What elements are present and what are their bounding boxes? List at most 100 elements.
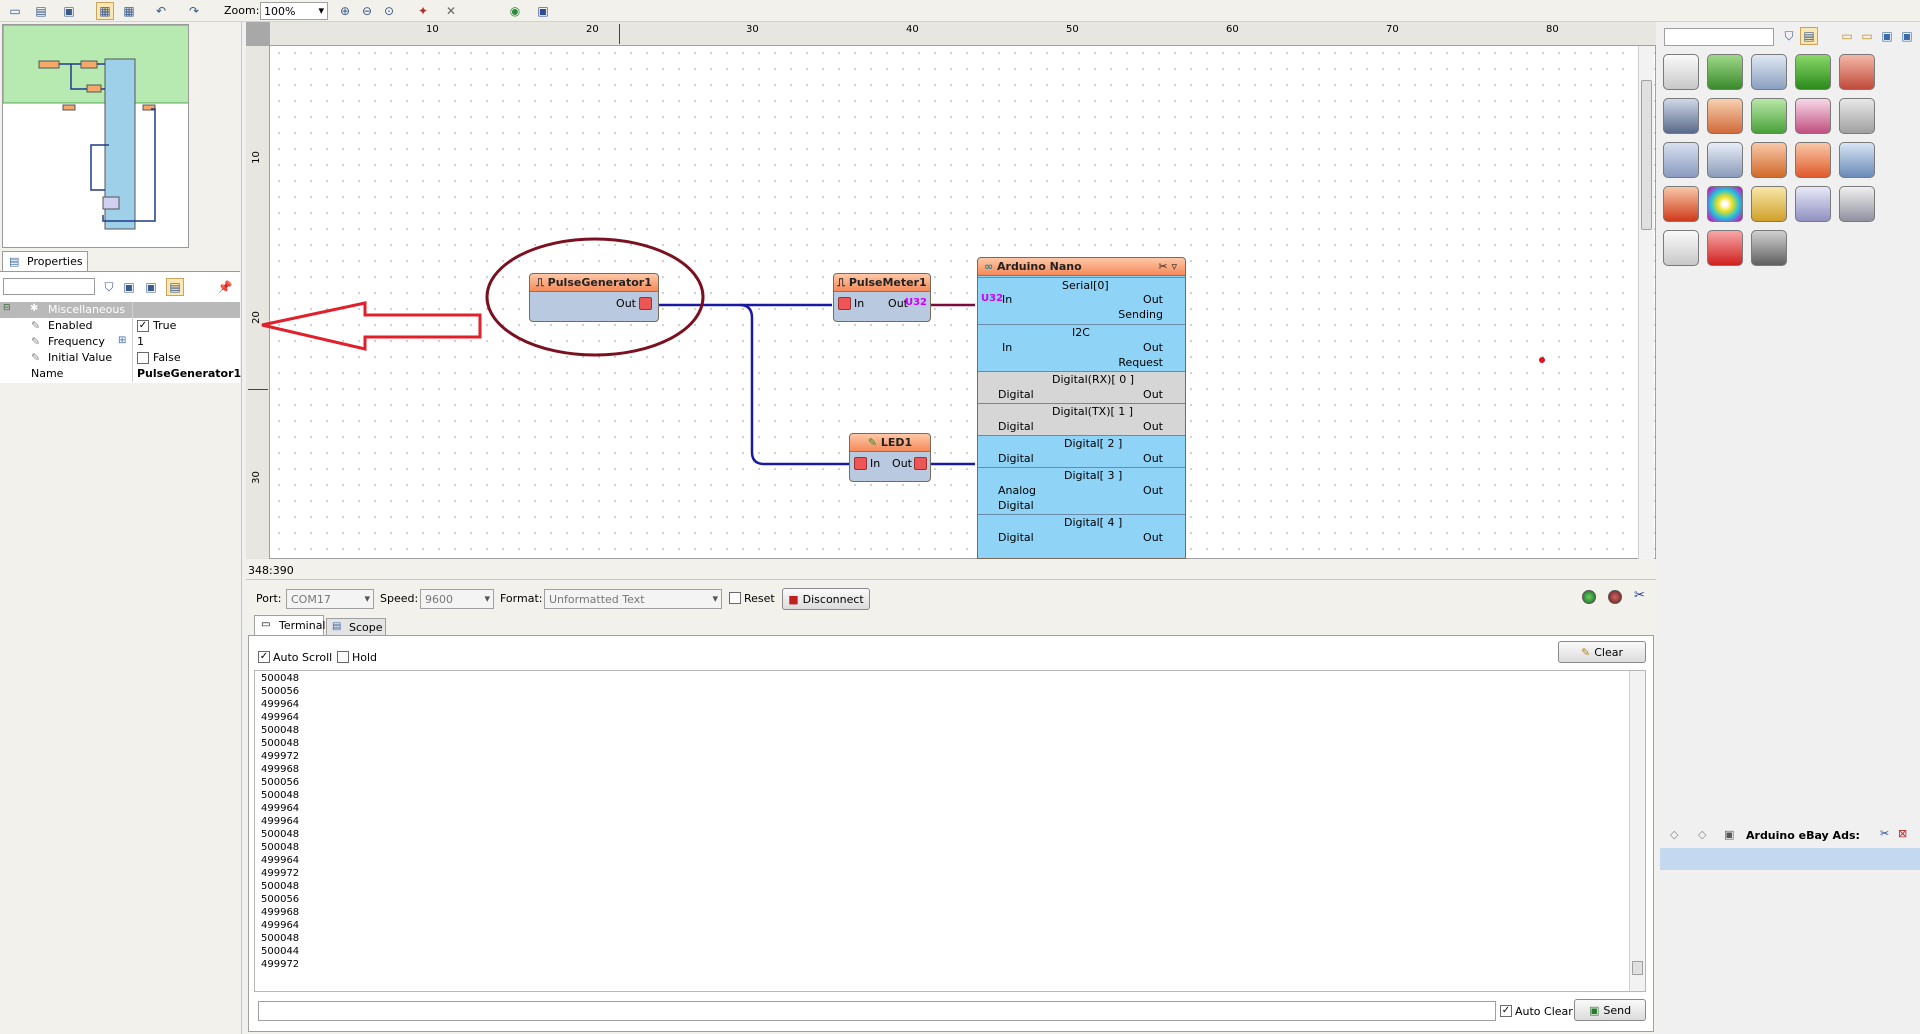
palette-search-input[interactable] (1664, 28, 1774, 46)
tools-icon[interactable]: ✂ ▿ (1158, 260, 1177, 273)
palette-memory-icon[interactable] (1751, 230, 1787, 266)
disconnect-label: Disconnect (802, 592, 864, 606)
palette-convert-icon[interactable] (1751, 142, 1787, 178)
close-tools-icon[interactable]: ✂ (1634, 588, 1645, 603)
red-dot-marker (1539, 357, 1545, 363)
pulse-meter-component[interactable]: ⎍ PulseMeter1 In Out U32 (833, 273, 931, 322)
tab-label: Terminal (279, 619, 326, 632)
disconnect-button[interactable]: ■ Disconnect (782, 588, 870, 610)
pulse-generator-component[interactable]: ⎍ PulseGenerator1 Out (529, 273, 659, 322)
status-bar: 348:390 (246, 560, 1656, 580)
pin-type-badge[interactable]: U32 (905, 297, 927, 308)
terminal-line: 499964 (261, 855, 300, 866)
expand-icon[interactable]: ▣ (1878, 27, 1896, 45)
component-title[interactable]: ⎍ PulseMeter1 (834, 274, 930, 292)
pin-label: In (1002, 341, 1013, 354)
palette-tools-icon[interactable] (1663, 54, 1699, 90)
pin-in-icon[interactable] (838, 297, 851, 310)
pin-label: Out (892, 457, 912, 470)
port-select[interactable]: COM17 (286, 589, 374, 609)
filter-icon[interactable]: ⛉ (1780, 27, 1798, 45)
palette-palette-icon[interactable] (1707, 186, 1743, 222)
palette-board-icon[interactable] (1707, 54, 1743, 90)
arduino-section-digital-4: Digital[ 4 ] Digital Out (978, 514, 1185, 546)
palette-display-icon[interactable] (1839, 142, 1875, 178)
speed-select[interactable]: 9600 (420, 589, 494, 609)
palette-eraser-icon[interactable] (1795, 142, 1831, 178)
palette-signal-icon[interactable] (1663, 142, 1699, 178)
clear-label: Clear (1594, 645, 1623, 659)
ads-title: Arduino eBay Ads: (1746, 829, 1860, 842)
palette-storage-icon[interactable] (1839, 98, 1875, 134)
scrollbar-thumb[interactable] (1632, 961, 1643, 975)
speed-value: 9600 (425, 593, 453, 606)
palette-chip-icon[interactable] (1795, 54, 1831, 90)
palette-text-icon[interactable] (1707, 98, 1743, 134)
led-component[interactable]: ✎ LED1 In Out (849, 433, 931, 482)
view-icon[interactable]: ▤ (1800, 27, 1818, 45)
reset-checkbox[interactable] (729, 591, 741, 604)
section-label: Serial[0] (1062, 279, 1109, 292)
palette-keyboard-icon[interactable] (1751, 54, 1787, 90)
arduino-section-i2c: I2C In Out Request (978, 324, 1185, 371)
palette-network-icon[interactable] (1707, 142, 1743, 178)
palette-fire-icon[interactable] (1663, 186, 1699, 222)
auto-clear-label: Auto Clear (1515, 1005, 1573, 1018)
tab-terminal[interactable]: ▭ Terminal (254, 615, 326, 635)
component-palette: ⛉ ▤ ▭ ▭ ▣ ▣ ◇ ◇ ▣ Arduino eBay Ads: ✂ ⊠ (1660, 22, 1920, 1034)
terminal-line: 499968 (261, 907, 300, 918)
hold-label: Hold (352, 651, 378, 664)
auto-scroll-checkbox[interactable]: ✓ (258, 650, 270, 663)
hold-checkbox[interactable] (337, 650, 349, 663)
arduino-section-digital-3: Digital[ 3 ] Analog Digital Out (978, 467, 1185, 514)
palette-numbers-icon[interactable] (1839, 54, 1875, 90)
arduino-nano-component[interactable]: ∞ Arduino Nano ✂ ▿ Serial[0] U32 In Out … (977, 257, 1186, 559)
terminal-scrollbar[interactable] (1629, 671, 1645, 991)
auto-scroll-label: Auto Scroll (273, 651, 333, 664)
clear-button[interactable]: ✎ Clear (1558, 641, 1646, 663)
terminal-icon: ▭ (261, 619, 271, 630)
palette-power-icon[interactable] (1707, 230, 1743, 266)
palette-math-icon[interactable] (1751, 98, 1787, 134)
forward-icon[interactable]: ◇ (1698, 828, 1706, 841)
palette-document-icon[interactable] (1663, 230, 1699, 266)
arduino-section-digital-rx: Digital(RX)[ 0 ] Digital Out (978, 371, 1185, 403)
pin-out-icon[interactable] (914, 457, 927, 470)
palette-motor-icon[interactable] (1839, 186, 1875, 222)
component-title[interactable]: ✎ LED1 (850, 434, 930, 452)
ads-tools-icon[interactable]: ✂ (1880, 827, 1889, 840)
pulse-icon: ⎍ (536, 276, 548, 289)
component-title[interactable]: ∞ Arduino Nano ✂ ▿ (978, 258, 1185, 276)
pin-label: Out (1143, 420, 1163, 433)
back-icon[interactable]: ◇ (1670, 828, 1678, 841)
terminal-line: 500048 (261, 738, 300, 749)
terminal-line: 500048 (261, 790, 300, 801)
terminal-output[interactable]: 500048 500056 499964 499964 500048 500048 4999… (254, 670, 1646, 992)
component-title[interactable]: ⎍ PulseGenerator1 (530, 274, 658, 292)
format-select[interactable]: Unformatted Text (544, 589, 722, 609)
send-input[interactable] (258, 1001, 1496, 1021)
palette-clock-icon[interactable] (1751, 186, 1787, 222)
terminal-line: 500044 (261, 946, 300, 957)
pin-type-badge[interactable]: U32 (981, 293, 1003, 304)
folder-open-icon[interactable]: ▭ (1858, 27, 1876, 45)
pin-out-icon[interactable] (639, 297, 652, 310)
ads-close-icon[interactable]: ⊠ (1898, 827, 1907, 840)
terminal-line: 499972 (261, 751, 300, 762)
pin-label: Out (616, 297, 636, 310)
palette-connector-icon[interactable] (1663, 98, 1699, 134)
palette-color-icon[interactable] (1795, 98, 1831, 134)
folder-icon[interactable]: ▭ (1838, 27, 1856, 45)
wire[interactable] (739, 303, 849, 466)
pin-label: Digital (998, 531, 1034, 544)
pin-in-icon[interactable] (854, 457, 867, 470)
annotation-arrow (261, 301, 482, 351)
auto-clear-checkbox[interactable]: ✓ (1500, 1004, 1512, 1017)
send-button[interactable]: ▣ Send (1574, 999, 1646, 1021)
palette-file-icon[interactable] (1795, 186, 1831, 222)
collapse-icon[interactable]: ▣ (1898, 27, 1916, 45)
tab-scope[interactable]: ▤ Scope (326, 618, 386, 636)
pin-label: Out (1143, 293, 1163, 306)
terminal-line: 499964 (261, 920, 300, 931)
ads-content[interactable] (1660, 848, 1920, 870)
